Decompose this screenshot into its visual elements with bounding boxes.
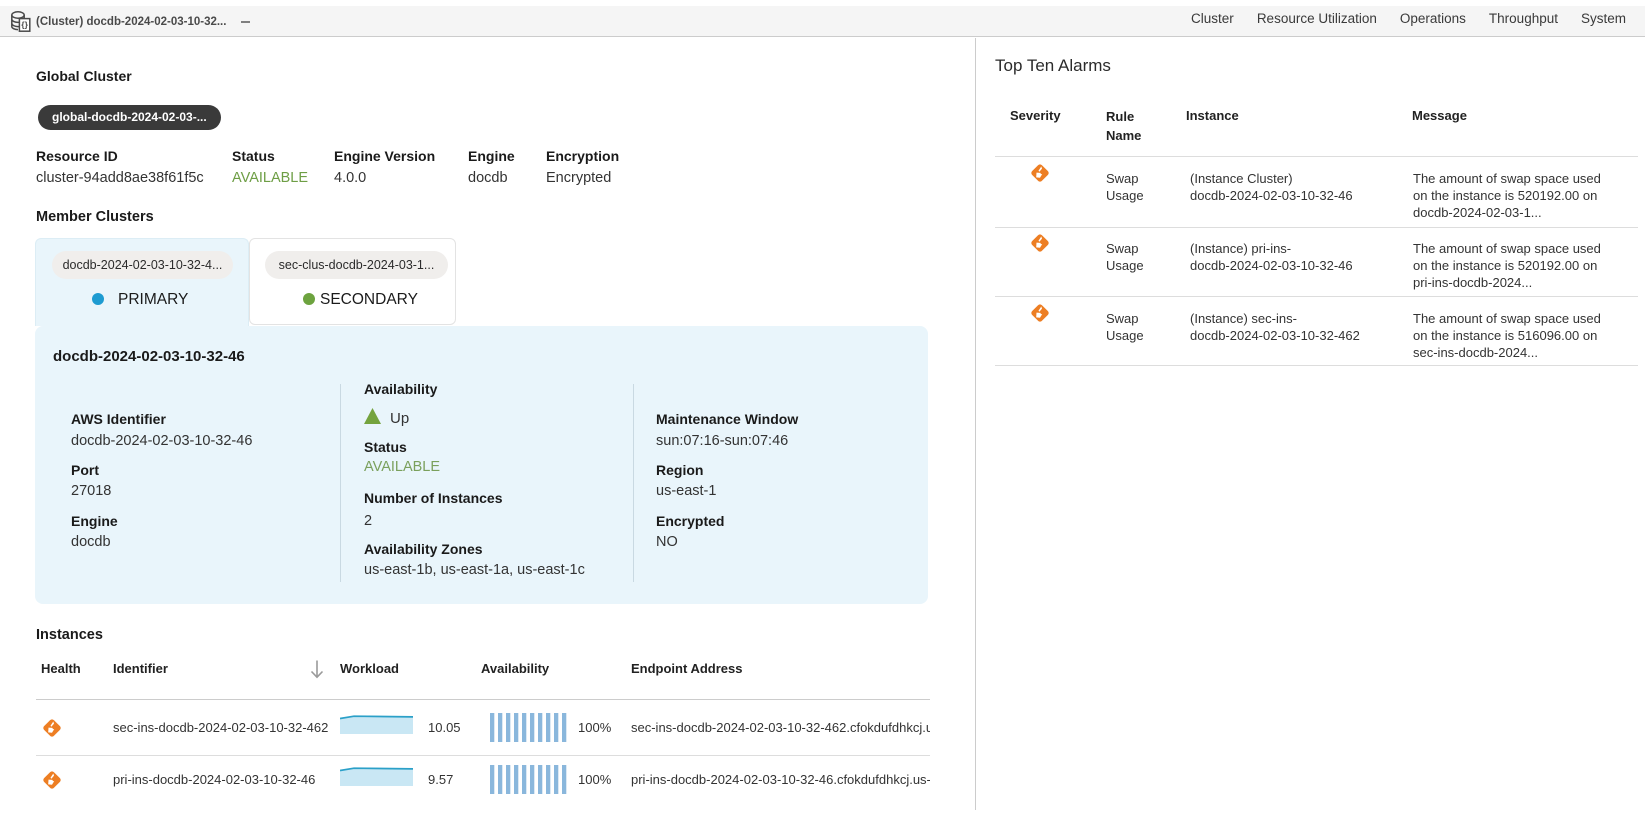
svg-text:{}: {} (21, 19, 28, 29)
